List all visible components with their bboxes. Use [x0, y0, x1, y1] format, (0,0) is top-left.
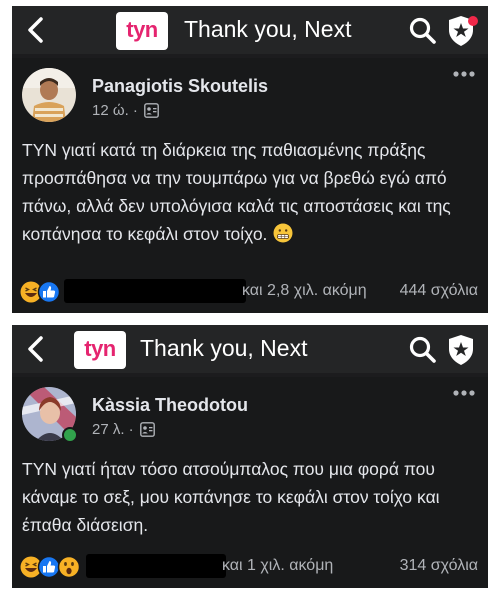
redacted-names [86, 554, 226, 578]
post-text: ΤΥΝ γιατί κατά τη διάρκεια της παθιασμέν… [22, 136, 478, 248]
group-members-icon [139, 422, 155, 437]
post-meta: 27 λ. · [92, 421, 155, 438]
post-time[interactable]: 12 ώ. · [92, 102, 138, 119]
post-text-content: ΤΥΝ γιατί ήταν τόσο ατσούμπαλος που μια … [22, 459, 440, 535]
admin-star-badge-icon[interactable] [446, 331, 480, 369]
post-author[interactable]: Kàssia Theodotou [92, 395, 248, 416]
wow-reaction-icon [57, 555, 81, 579]
post-card: Kàssia Theodotou 27 λ. · ΤΥΝ γιατί ήταν … [12, 377, 488, 588]
post-text: ΤΥΝ γιατί ήταν τόσο ατσούμπαλος που μια … [22, 455, 478, 539]
online-status-icon [62, 427, 78, 443]
reaction-count-text[interactable]: και 2,8 χιλ. ακόμη [242, 282, 367, 300]
reactions-summary[interactable] [20, 280, 62, 304]
post-footer: και 2,8 χιλ. ακόμη 444 σχόλια [20, 279, 478, 305]
post-meta: 12 ώ. · [92, 102, 159, 119]
reaction-count-text[interactable]: και 1 χιλ. ακόμη [222, 557, 333, 575]
post-author[interactable]: Panagiotis Skoutelis [92, 76, 268, 97]
redacted-names [64, 279, 246, 303]
group-logo[interactable]: tyn [74, 331, 126, 369]
group-logo[interactable]: tyn [116, 12, 168, 50]
post-footer: και 1 χιλ. ακόμη 314 σχόλια [20, 554, 478, 580]
reactions-summary[interactable] [20, 555, 82, 579]
search-icon[interactable] [408, 16, 438, 46]
group-title[interactable]: Thank you, Next [140, 335, 307, 362]
chevron-left-icon[interactable] [22, 333, 50, 365]
group-members-icon [144, 103, 159, 118]
group-title[interactable]: Thank you, Next [184, 16, 351, 43]
comment-count[interactable]: 444 σχόλια [400, 282, 478, 300]
screenshot-1: tyn Thank you, Next Panagiotis Skoutelis [12, 6, 488, 313]
more-horizontal-icon[interactable] [450, 64, 478, 84]
chevron-left-icon[interactable] [22, 14, 50, 46]
comment-count[interactable]: 314 σχόλια [400, 557, 478, 575]
avatar[interactable] [22, 68, 76, 122]
group-header: tyn Thank you, Next [12, 325, 488, 373]
grimacing-face-emoji [273, 223, 293, 243]
admin-star-badge-icon[interactable] [446, 12, 480, 50]
post-time[interactable]: 27 λ. · [92, 421, 134, 438]
post-text-content: ΤΥΝ γιατί κατά τη διάρκεια της παθιασμέν… [22, 140, 451, 244]
more-horizontal-icon[interactable] [450, 383, 478, 403]
search-icon[interactable] [408, 335, 438, 365]
post-card: Panagiotis Skoutelis 12 ώ. · ΤΥΝ γιατί κ… [12, 58, 488, 313]
screenshot-2: tyn Thank you, Next Kàssia Theodotou 27 … [12, 325, 488, 588]
group-header: tyn Thank you, Next [12, 6, 488, 54]
like-reaction-icon [37, 280, 61, 304]
like-reaction-icon [37, 555, 61, 579]
